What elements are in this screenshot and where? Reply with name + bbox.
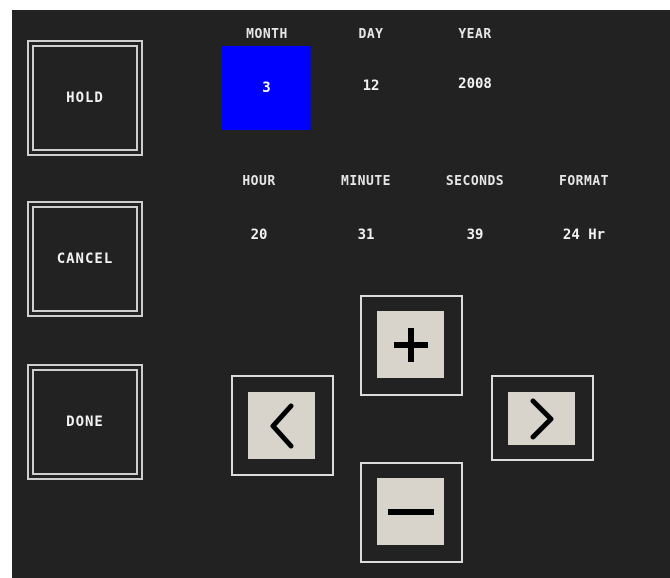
seconds-field[interactable]: 39 <box>430 227 520 243</box>
hold-button-frame: HOLD <box>32 45 138 151</box>
chevron-left-icon <box>248 392 315 459</box>
year-header: YEAR <box>458 27 492 42</box>
cancel-button-frame: CANCEL <box>32 206 138 312</box>
cancel-button-label: CANCEL <box>56 251 114 267</box>
right-button[interactable] <box>491 375 594 461</box>
seconds-header: SECONDS <box>445 174 505 189</box>
settings-panel: HOLD CANCEL DONE MONTH DAY YEAR 3 12 200… <box>12 10 670 578</box>
chevron-right-icon <box>508 392 575 445</box>
done-button[interactable]: DONE <box>27 364 143 480</box>
increment-button[interactable] <box>360 295 463 396</box>
hour-field[interactable]: 20 <box>214 227 304 243</box>
month-field[interactable]: 3 <box>222 46 311 130</box>
hold-button-label: HOLD <box>66 90 104 106</box>
year-field[interactable]: 2008 <box>430 76 520 92</box>
decrement-button[interactable] <box>360 462 463 563</box>
done-button-label: DONE <box>66 414 104 430</box>
minute-field[interactable]: 31 <box>321 227 411 243</box>
month-header: MONTH <box>246 27 288 42</box>
minute-header: MINUTE <box>341 174 391 189</box>
day-field[interactable]: 12 <box>326 78 416 94</box>
hour-header: HOUR <box>242 174 276 189</box>
month-value: 3 <box>262 80 271 96</box>
format-field[interactable]: 24 Hr <box>539 227 629 243</box>
hold-button[interactable]: HOLD <box>27 40 143 156</box>
done-button-frame: DONE <box>32 369 138 475</box>
minus-icon <box>377 478 444 545</box>
format-header: FORMAT <box>559 174 609 189</box>
cancel-button[interactable]: CANCEL <box>27 201 143 317</box>
day-header: DAY <box>358 27 384 42</box>
left-button[interactable] <box>231 375 334 476</box>
plus-icon <box>377 311 444 378</box>
